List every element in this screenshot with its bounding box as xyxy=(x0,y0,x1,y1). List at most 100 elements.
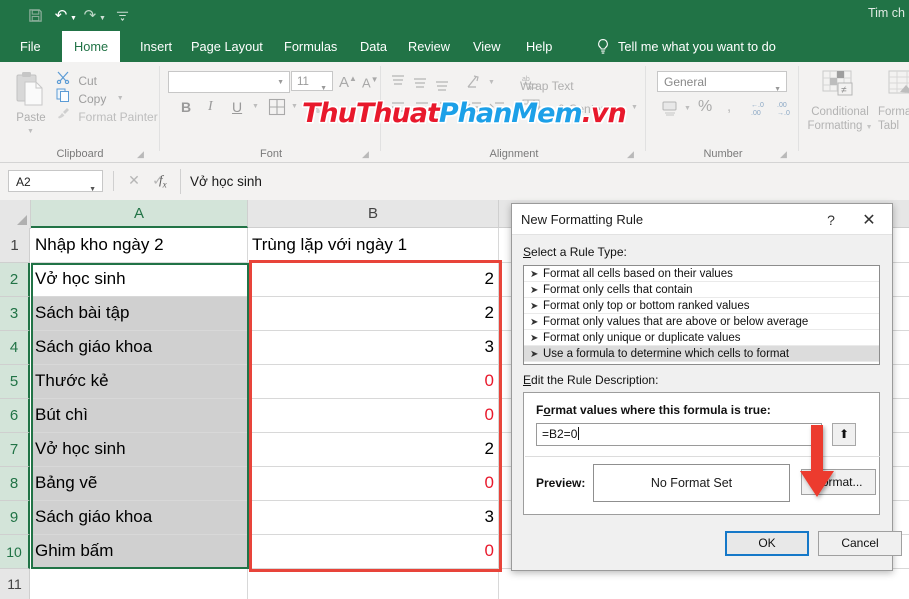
conditional-formatting-button[interactable]: Conditional Formatting ▼ xyxy=(805,105,875,135)
increase-decimal-icon[interactable]: .00 →.0 xyxy=(776,99,796,120)
conditional-formatting-icon[interactable]: ≠ xyxy=(822,70,856,105)
wrap-text-label[interactable]: Wrap Text xyxy=(520,79,574,93)
italic-button[interactable]: I xyxy=(208,99,213,115)
cell-b8[interactable]: 0 xyxy=(248,467,499,501)
tab-home[interactable]: Home xyxy=(62,31,121,62)
rule-type-item-2[interactable]: ➤ Format only top or bottom ranked values xyxy=(524,298,879,314)
row-header-3[interactable]: 3 xyxy=(0,297,30,331)
decrease-font-size-icon[interactable]: A▼ xyxy=(362,75,379,90)
undo-chevron-down-icon[interactable]: ▼ xyxy=(70,10,77,22)
bold-button[interactable]: B xyxy=(181,99,191,115)
merge-center-chevron-down-icon[interactable]: ▼ xyxy=(631,104,638,111)
row-header-6[interactable]: 6 xyxy=(0,399,30,433)
borders-icon[interactable] xyxy=(268,98,286,119)
accounting-chevron-down-icon[interactable]: ▼ xyxy=(684,105,691,112)
cell-b7[interactable]: 2 xyxy=(248,433,499,467)
paste-chevron-down-icon[interactable]: ▼ xyxy=(27,128,34,135)
font-size-combobox[interactable]: 11 ▼ xyxy=(291,71,333,92)
copy-button[interactable]: Copy ▼ xyxy=(56,88,124,106)
format-as-table-button[interactable]: Forma Tabl xyxy=(878,105,909,133)
ok-button[interactable]: OK xyxy=(725,531,809,556)
font-name-chevron-down-icon[interactable]: ▼ xyxy=(277,79,284,86)
tab-page-layout[interactable]: Page Layout xyxy=(179,31,275,62)
comma-style-button[interactable]: , xyxy=(724,98,731,115)
percent-style-button[interactable]: % xyxy=(698,98,712,116)
cut-button[interactable]: Cut xyxy=(56,70,97,88)
number-format-chevron-down-icon[interactable]: ▼ xyxy=(774,79,781,100)
row-header-2[interactable]: 2 xyxy=(0,263,30,297)
clipboard-dialog-launcher[interactable]: ◢ xyxy=(137,149,147,159)
help-icon[interactable]: ? xyxy=(820,210,842,230)
underline-chevron-down-icon[interactable]: ▼ xyxy=(252,103,259,110)
rule-type-item-0[interactable]: ➤ Format all cells based on their values xyxy=(524,266,879,282)
tab-view[interactable]: View xyxy=(461,31,513,62)
cell-b5[interactable]: 0 xyxy=(248,365,499,399)
tab-help[interactable]: Help xyxy=(514,31,564,62)
cell-a3[interactable]: Sách bài tập xyxy=(31,297,248,331)
row-header-4[interactable]: 4 xyxy=(0,331,30,365)
number-dialog-launcher[interactable]: ◢ xyxy=(780,149,790,159)
rule-type-item-1[interactable]: ➤ Format only cells that contain xyxy=(524,282,879,298)
cell-a10[interactable]: Ghim bấm xyxy=(31,535,248,569)
close-icon[interactable]: ✕ xyxy=(856,210,882,230)
row-header-11[interactable]: 11 xyxy=(0,569,30,599)
align-top-icon[interactable] xyxy=(390,74,406,91)
insert-function-icon[interactable]: fx xyxy=(159,172,167,190)
alignment-dialog-launcher[interactable]: ◢ xyxy=(627,149,637,159)
cell-b1[interactable]: Trùng lặp với ngày 1 xyxy=(248,228,499,263)
cell-c11[interactable] xyxy=(499,569,909,599)
cancel-edit-icon[interactable]: ✕ xyxy=(124,172,144,189)
paste-button-label[interactable]: Paste xyxy=(8,112,54,124)
align-middle-icon[interactable] xyxy=(412,76,428,93)
row-header-10[interactable]: 10 xyxy=(0,535,30,569)
cell-a4[interactable]: Sách giáo khoa xyxy=(31,331,248,365)
rule-type-item-5[interactable]: ➤ Use a formula to determine which cells … xyxy=(524,346,879,362)
align-bottom-icon[interactable] xyxy=(434,78,450,95)
cell-b2[interactable]: 2 xyxy=(248,263,499,297)
cell-b4[interactable]: 3 xyxy=(248,331,499,365)
cell-a6[interactable]: Bút chì xyxy=(31,399,248,433)
save-icon[interactable] xyxy=(22,4,48,28)
select-all-corner[interactable] xyxy=(0,200,31,229)
tell-me-search[interactable]: Tell me what you want to do xyxy=(618,31,776,62)
row-header-9[interactable]: 9 xyxy=(0,501,30,535)
column-header-a[interactable]: A xyxy=(31,200,248,228)
cell-b6[interactable]: 0 xyxy=(248,399,499,433)
cell-a9[interactable]: Sách giáo khoa xyxy=(31,501,248,535)
row-header-5[interactable]: 5 xyxy=(0,365,30,399)
formula-input-field[interactable]: =B2=0 xyxy=(536,423,822,446)
cell-a11[interactable] xyxy=(31,569,248,599)
decrease-decimal-icon[interactable]: ←.0.00 xyxy=(750,99,770,120)
rule-type-item-4[interactable]: ➤ Format only unique or duplicate values xyxy=(524,330,879,346)
cell-a8[interactable]: Bảng vẽ xyxy=(31,467,248,501)
cell-a1[interactable]: Nhập kho ngày 2 xyxy=(31,228,248,263)
tab-insert[interactable]: Insert xyxy=(128,31,184,62)
number-format-combobox[interactable]: General ▼ xyxy=(657,71,787,93)
tab-data[interactable]: Data xyxy=(348,31,399,62)
tab-review[interactable]: Review xyxy=(396,31,462,62)
copy-chevron-down-icon[interactable]: ▼ xyxy=(117,95,124,102)
orientation-icon[interactable] xyxy=(466,74,484,93)
tab-file[interactable]: File xyxy=(8,31,53,62)
underline-button[interactable]: U xyxy=(232,99,242,115)
formula-input[interactable]: Vở học sinh xyxy=(190,171,890,192)
rule-type-item-3[interactable]: ➤ Format only values that are above or be… xyxy=(524,314,879,330)
cell-b3[interactable]: 2 xyxy=(248,297,499,331)
font-dialog-launcher[interactable]: ◢ xyxy=(362,149,372,159)
column-header-b[interactable]: B xyxy=(248,200,499,228)
font-name-combobox[interactable]: ▼ xyxy=(168,71,290,93)
customize-quick-access-icon[interactable] xyxy=(110,4,136,28)
name-box-chevron-down-icon[interactable]: ▼ xyxy=(89,179,96,201)
conditional-formatting-chevron-down-icon[interactable]: ▼ xyxy=(866,124,873,131)
font-size-chevron-down-icon[interactable]: ▼ xyxy=(320,79,327,99)
redo-chevron-down-icon[interactable]: ▼ xyxy=(99,10,106,22)
rule-type-list[interactable]: ➤ Format all cells based on their values … xyxy=(523,265,880,365)
name-box[interactable]: A2 ▼ xyxy=(8,170,103,193)
paste-icon[interactable] xyxy=(14,70,48,110)
format-as-table-icon[interactable] xyxy=(888,70,909,105)
cancel-button[interactable]: Cancel xyxy=(818,531,902,556)
row-header-1[interactable]: 1 xyxy=(0,228,30,263)
orientation-chevron-down-icon[interactable]: ▼ xyxy=(488,79,495,86)
cell-a5[interactable]: Thước kẻ xyxy=(31,365,248,399)
tab-formulas[interactable]: Formulas xyxy=(272,31,349,62)
